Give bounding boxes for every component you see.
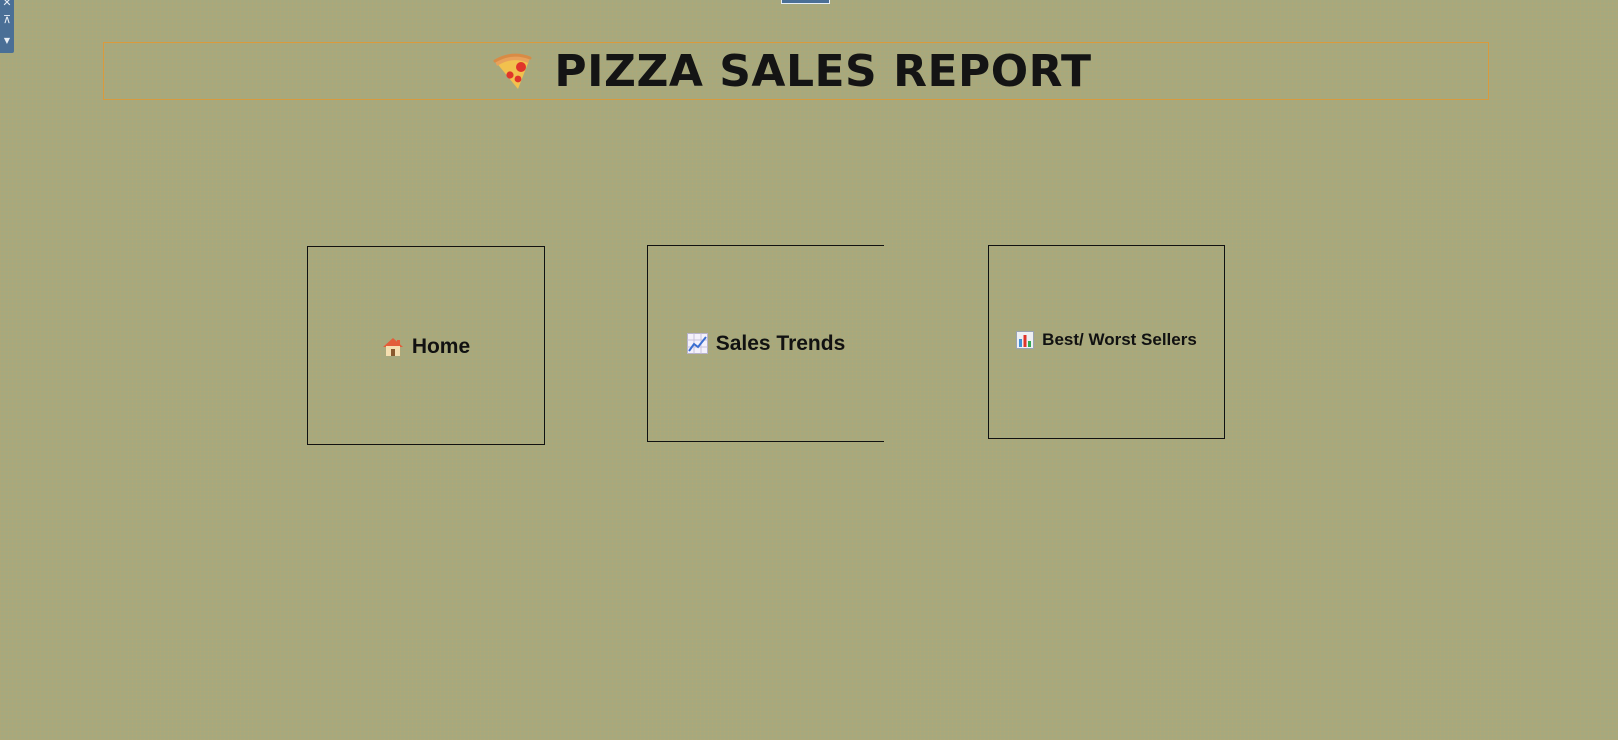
sales-trends-button[interactable]: Sales Trends bbox=[647, 245, 884, 442]
pin-icon[interactable]: ⊼ bbox=[0, 14, 14, 25]
sales-trends-label: Sales Trends bbox=[715, 331, 846, 355]
close-icon[interactable]: ✕ bbox=[0, 0, 14, 8]
bar-chart-icon bbox=[1016, 330, 1035, 349]
house-icon bbox=[382, 337, 404, 357]
title-banner: PIZZA SALES REPORT bbox=[103, 42, 1489, 100]
best-worst-sellers-button[interactable]: Best/ Worst Sellers bbox=[988, 245, 1225, 439]
report-title: PIZZA SALES REPORT bbox=[554, 45, 1092, 97]
title-content: PIZZA SALES REPORT bbox=[490, 46, 1091, 97]
pizza-slice-icon bbox=[490, 49, 534, 93]
dropdown-icon[interactable]: ▼ bbox=[0, 37, 14, 45]
line-chart-icon bbox=[686, 333, 708, 354]
best-worst-sellers-label: Best/ Worst Sellers bbox=[1042, 329, 1197, 349]
home-button[interactable]: Home bbox=[307, 246, 545, 445]
top-tab-handle[interactable] bbox=[781, 0, 830, 4]
home-label: Home bbox=[411, 335, 471, 358]
floating-toolbar: ✕ ⊼ ▼ bbox=[0, 0, 14, 53]
